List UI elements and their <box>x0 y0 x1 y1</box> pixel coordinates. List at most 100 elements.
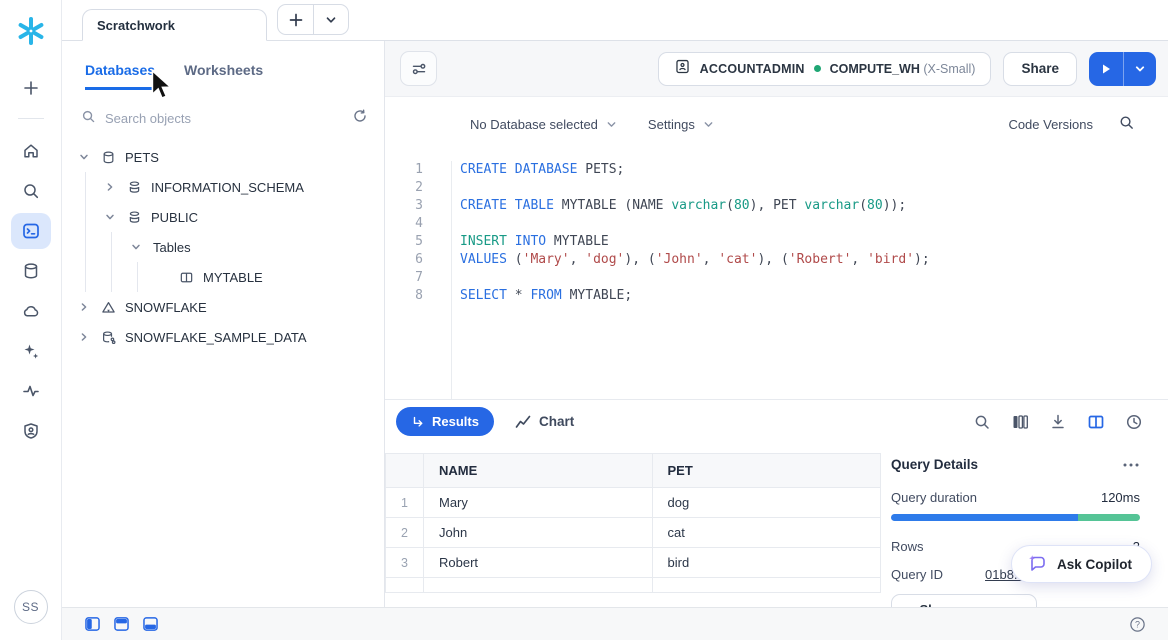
line-number: 6 <box>385 251 423 269</box>
home-icon[interactable] <box>11 133 51 169</box>
run-options-chevron[interactable] <box>1123 52 1156 86</box>
download-icon[interactable] <box>1048 412 1068 432</box>
tree-collapse-icon[interactable] <box>131 242 153 252</box>
search-icon <box>81 109 96 129</box>
tab-worksheets[interactable]: Worksheets <box>184 62 263 90</box>
column-header[interactable]: NAME <box>424 454 653 488</box>
ask-copilot-button[interactable]: Ask Copilot <box>1011 545 1152 583</box>
chevron-down-icon <box>606 119 617 130</box>
toggle-top-panel-icon[interactable] <box>114 617 130 632</box>
object-tree: PETS INFORMATION_SCHEMA PUBLIC TablesMYTABL… <box>62 142 384 352</box>
run-button[interactable] <box>1089 52 1123 86</box>
table-row[interactable]: 1Marydog <box>386 488 881 518</box>
data-icon[interactable] <box>11 253 51 289</box>
table-cell[interactable]: dog <box>652 488 881 518</box>
table-cell[interactable]: bird <box>652 548 881 578</box>
table-icon <box>179 270 203 285</box>
new-worksheet-button[interactable] <box>11 70 51 106</box>
table-row[interactable]: 2Johncat <box>386 518 881 548</box>
results-arrow-icon <box>411 415 425 429</box>
refresh-icon[interactable] <box>352 108 368 129</box>
code-line[interactable] <box>460 179 1168 197</box>
line-number: 3 <box>385 197 423 215</box>
tree-expand-icon[interactable] <box>79 332 101 342</box>
line-number: 7 <box>385 269 423 287</box>
worksheets-icon[interactable] <box>11 213 51 249</box>
tab-list-chevron-button[interactable] <box>313 5 348 34</box>
context-selector[interactable]: ACCOUNTADMIN COMPUTE_WH (X-Small) <box>658 52 992 86</box>
code-line[interactable]: INSERT INTO MYTABLE <box>460 233 1168 251</box>
avatar-initials: SS <box>22 600 39 614</box>
toggle-left-panel-icon[interactable] <box>85 617 101 632</box>
tab-results[interactable]: Results <box>396 407 494 436</box>
share-button[interactable]: Share <box>1003 52 1077 86</box>
code-line[interactable]: CREATE DATABASE PETS; <box>460 161 1168 179</box>
sql-code[interactable]: CREATE DATABASE PETS; CREATE TABLE MYTAB… <box>452 161 1168 399</box>
chevron-down-icon <box>703 119 714 130</box>
activity-icon[interactable] <box>11 373 51 409</box>
tab-databases[interactable]: Databases <box>85 62 155 90</box>
tree-item[interactable]: PUBLIC <box>62 202 384 232</box>
snowflake-logo-icon[interactable] <box>14 14 48 48</box>
code-line[interactable]: CREATE TABLE MYTABLE (NAME varchar(80), … <box>460 197 1168 215</box>
table-cell[interactable]: cat <box>652 518 881 548</box>
table-row-partial <box>386 578 881 593</box>
results-header-row: NAMEPET <box>386 454 881 488</box>
columns-icon[interactable] <box>1010 412 1030 432</box>
code-line[interactable]: SELECT * FROM MYTABLE; <box>460 287 1168 305</box>
code-line[interactable] <box>460 269 1168 287</box>
tree-item[interactable]: INFORMATION_SCHEMA <box>62 172 384 202</box>
tab-chart[interactable]: Chart <box>515 414 574 429</box>
worksheet-tab[interactable]: Scratchwork <box>82 9 267 41</box>
results-table[interactable]: NAMEPET 1Marydog2Johncat3Robertbird <box>385 453 881 593</box>
tree-item[interactable]: SNOWFLAKE_SAMPLE_DATA <box>62 322 384 352</box>
help-icon[interactable]: ? <box>1129 616 1146 633</box>
results-table-wrap: NAMEPET 1Marydog2Johncat3Robertbird <box>385 443 881 607</box>
explorer-tabs: Databases Worksheets <box>62 41 384 90</box>
tree-indent-guide <box>85 232 105 262</box>
split-view-icon[interactable] <box>1086 412 1106 432</box>
svg-text:?: ? <box>1135 619 1140 629</box>
editor-search-icon[interactable] <box>1118 114 1135 136</box>
tree-expand-icon[interactable] <box>105 182 127 192</box>
code-line[interactable] <box>460 215 1168 233</box>
code-versions-link[interactable]: Code Versions <box>1008 117 1093 132</box>
sql-editor[interactable]: 12345678 CREATE DATABASE PETS; CREATE TA… <box>385 152 1168 399</box>
chart-tab-label: Chart <box>539 414 574 429</box>
query-details-menu-icon[interactable] <box>1122 462 1140 468</box>
table-cell[interactable]: Mary <box>424 488 653 518</box>
settings-menu[interactable]: Settings <box>648 117 714 132</box>
copilot-label: Ask Copilot <box>1057 557 1132 572</box>
tree-expand-icon[interactable] <box>79 302 101 312</box>
tree-indent-guide <box>85 202 105 232</box>
toggle-bottom-panel-icon[interactable] <box>143 617 159 632</box>
tree-item[interactable]: MYTABLE <box>62 262 384 292</box>
cloud-icon[interactable] <box>11 293 51 329</box>
user-avatar[interactable]: SS <box>14 590 48 624</box>
tree-item[interactable]: SNOWFLAKE <box>62 292 384 322</box>
search-icon[interactable] <box>11 173 51 209</box>
tree-item[interactable]: Tables <box>62 232 384 262</box>
history-clock-icon[interactable] <box>1124 412 1144 432</box>
show-more-button[interactable]: Show more <box>891 594 1037 607</box>
table-cell[interactable]: John <box>424 518 653 548</box>
search-objects-input[interactable]: Search objects <box>62 102 384 135</box>
results-search-icon[interactable] <box>972 412 992 432</box>
add-tab-button[interactable] <box>278 5 313 34</box>
tree-collapse-icon[interactable] <box>105 212 127 222</box>
table-cell[interactable]: Robert <box>424 548 653 578</box>
table-row[interactable]: 3Robertbird <box>386 548 881 578</box>
tree-collapse-icon[interactable] <box>79 152 101 162</box>
database-selector[interactable]: No Database selected <box>470 117 617 132</box>
role-name: ACCOUNTADMIN <box>700 62 805 76</box>
admin-shield-icon[interactable] <box>11 413 51 449</box>
row-number: 2 <box>386 518 424 548</box>
code-line[interactable]: VALUES ('Mary', 'dog'), ('John', 'cat'),… <box>460 251 1168 269</box>
ai-sparkle-icon[interactable] <box>11 333 51 369</box>
tree-item[interactable]: PETS <box>62 142 384 172</box>
database-icon <box>101 150 125 165</box>
tree-item-label: PUBLIC <box>151 210 198 225</box>
column-header[interactable]: PET <box>652 454 881 488</box>
editor-display-options-button[interactable] <box>400 51 437 86</box>
tree-item-label: PETS <box>125 150 159 165</box>
